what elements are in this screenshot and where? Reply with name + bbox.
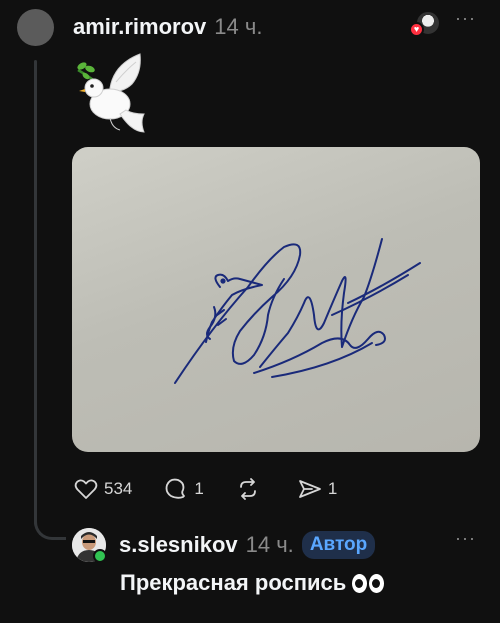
post-photo[interactable] (72, 147, 480, 452)
reply-time: 14 ч. (245, 532, 294, 557)
repost-button[interactable] (236, 477, 266, 501)
heart-icon (74, 479, 98, 499)
repost-icon (239, 478, 256, 500)
author-badge: Автор (301, 531, 376, 559)
eyes-emoji-icon (352, 573, 385, 593)
post-time: 14 ч. (214, 14, 263, 39)
dove-emoji-icon (77, 53, 145, 133)
signature-drawing (174, 238, 421, 384)
share-button[interactable]: 1 (298, 478, 337, 500)
author-avatar[interactable] (17, 9, 54, 46)
send-icon (298, 480, 321, 498)
thread-connector-line (34, 60, 37, 525)
like-count: 534 (104, 479, 133, 498)
thread-view: amir.rimorov 14 ч. ♥ ··· 534 1 1 s.slesn… (0, 0, 500, 623)
post-header: amir.rimorov 14 ч. (73, 12, 262, 42)
post-more-button[interactable]: ··· (455, 8, 476, 29)
comment-count: 1 (194, 479, 204, 498)
reply-header: s.slesnikov 14 ч. Автор (119, 530, 376, 560)
reply-more-button[interactable]: ··· (455, 528, 476, 549)
comment-icon (165, 478, 186, 499)
reply-text: Прекрасная роспись (120, 570, 347, 595)
comment-button[interactable]: 1 (164, 477, 204, 501)
like-button[interactable]: 534 (74, 478, 132, 500)
thread-connector-curve (34, 510, 66, 540)
heart-badge-icon: ♥ (409, 22, 424, 37)
reply-body: Прекрасная роспись (120, 570, 385, 596)
liked-by-indicator[interactable]: ♥ (409, 10, 441, 42)
post-username[interactable]: amir.rimorov (73, 14, 206, 40)
post-action-bar: 534 1 1 (74, 476, 369, 502)
online-status-indicator (93, 549, 107, 563)
share-count: 1 (327, 479, 338, 498)
reply-username[interactable]: s.slesnikov (119, 532, 238, 558)
